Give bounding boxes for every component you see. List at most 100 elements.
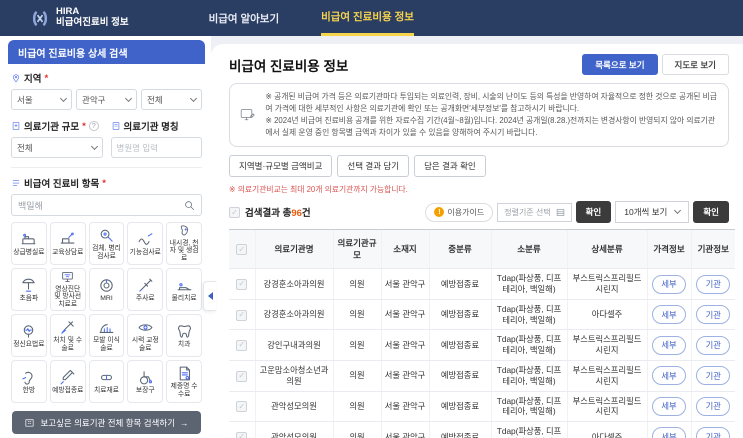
region-dong-select[interactable]: 전체 [141,89,202,110]
building-icon [111,121,121,131]
view-saved-results-button[interactable]: 담은 결과 확인 [414,155,486,177]
row-checkbox[interactable] [236,432,247,438]
map-view-button[interactable]: 지도로 보기 [662,54,729,75]
chevron-down-icon [60,94,67,101]
cell-location: 서울 관악구 [381,422,429,438]
sort-placeholder: 정렬기준 선택 [504,207,550,218]
price-detail-button[interactable]: 세부 [652,366,686,385]
category-label: 교육상담료 [52,249,83,257]
category-item[interactable]: MRI [89,268,125,311]
org-info-button[interactable]: 기관 [696,397,730,416]
price-detail-button[interactable]: 세부 [652,397,686,416]
org-size-select[interactable]: 전체 [11,137,103,158]
category-item[interactable]: 보장구 [127,360,163,403]
category-item[interactable]: 물리치료 [166,268,202,311]
category-item[interactable]: 내시경, 천자 및 생검료 [166,222,202,265]
org-info-button[interactable]: 기관 [696,305,730,324]
org-info-button[interactable]: 기관 [696,366,730,385]
main-nav: 비급여 알아보기 비급여 진료비용 정보 [209,0,414,36]
category-item[interactable]: 교육상담료 [50,222,86,265]
search-all-items-label: 보고싶은 의료기관 전체 항목 검색하기 [40,417,175,429]
region-label: 지역 [24,71,41,85]
cell-mid-category: 예방접종료 [429,422,491,438]
category-item[interactable]: 한방 [11,360,47,403]
category-item[interactable]: 정신요법료 [11,314,47,357]
row-checkbox[interactable] [236,340,247,351]
sort-criteria-select[interactable]: 정렬기준 선택 [497,203,571,222]
sort-confirm-button[interactable]: 확인 [576,201,612,223]
price-detail-button[interactable]: 세부 [652,427,686,438]
required-mark: * [102,178,106,189]
category-item[interactable]: 치료재료 [89,360,125,403]
header-checkbox[interactable] [236,244,247,255]
category-label: 처치 및 수술료 [52,337,84,353]
search-sidebar: 비급여 진료비용 상세 검색 지역 * 서울 관악구 전체 [0,36,211,438]
sidebar-collapse-handle[interactable] [203,281,216,311]
org-name-input[interactable] [111,137,203,158]
region-gungu-select[interactable]: 관악구 [76,89,137,110]
page-size-value: 10개씩 보기 [624,206,667,218]
category-item[interactable]: 제증명 수수료 [166,360,202,403]
row-checkbox[interactable] [236,310,247,321]
org-info-button[interactable]: 기관 [696,336,730,355]
category-item[interactable]: 시력 교정술료 [127,314,163,357]
cell-org-info: 기관 [691,299,735,330]
cell-org-name: 관악성모의원 [255,391,333,422]
category-label: 보장구 [136,387,155,395]
row-checkbox[interactable] [236,279,247,290]
category-item[interactable]: 치과 [166,314,202,357]
row-checkbox[interactable] [236,371,247,382]
compare-by-region-size-button[interactable]: 지역별·규모별 금액비교 [229,155,332,177]
region-sido-select[interactable]: 서울 [11,89,72,110]
select-all-checkbox[interactable] [229,207,240,218]
category-item[interactable]: 예방접종료 [50,360,86,403]
treatment-material-icon [98,369,115,386]
item-search-box [11,194,202,216]
category-label: 초음파 [20,295,39,303]
category-item[interactable]: 영상진단 및 방사선치료료 [50,268,86,311]
cell-sub-category: Tdap(파상풍, 디프테리아, 백일해) [491,422,567,438]
category-item[interactable]: 기능검사료 [127,222,163,265]
cell-mid-category: 예방접종료 [429,269,491,300]
vaccination-icon [59,369,76,386]
col-detail-category: 상세분류 [567,230,647,269]
category-item[interactable]: 처치 및 수술료 [50,314,86,357]
org-info-button[interactable]: 기관 [696,427,730,438]
nav-item-nonpayment-learn[interactable]: 비급여 알아보기 [209,0,280,36]
category-item[interactable]: 주사료 [127,268,163,311]
table-row: 강경훈소아과의원의원서울 관악구예방접종료Tdap(파상풍, 디프테리아, 백일… [229,299,735,330]
chevron-down-icon [190,94,197,101]
help-tooltip-icon[interactable]: ? [89,121,99,131]
page-size-select[interactable]: 10개씩 보기 [615,201,689,223]
required-mark: * [82,121,86,132]
row-checkbox-cell [229,391,255,422]
sidebar-title: 비급여 진료비용 상세 검색 [8,40,205,64]
category-item[interactable]: 검체, 병리 검사료 [89,222,125,265]
item-search-input[interactable] [18,200,184,210]
list-view-button[interactable]: 목록으로 보기 [582,54,657,75]
category-item[interactable]: 초음파 [11,268,47,311]
category-item[interactable]: 모발 이식술료 [89,314,125,357]
price-detail-button[interactable]: 세부 [652,305,686,324]
usage-guide-button[interactable]: ! 이용가이드 [425,203,493,222]
price-detail-button[interactable]: 세부 [652,336,686,355]
row-checkbox-cell [229,299,255,330]
nav-item-nonpayment-cost-info[interactable]: 비급여 진료비용 정보 [321,0,414,36]
org-name-label: 의료기관 명칭 [124,119,179,133]
page-size-confirm-button[interactable]: 확인 [693,201,729,223]
add-selected-results-button[interactable]: 선택 결과 담기 [337,155,409,177]
search-all-items-button[interactable]: 보고싶은 의료기관 전체 항목 검색하기 → [12,411,201,434]
cell-org-size: 의원 [333,422,381,438]
cell-detail-category: 부스트릭스프리필드시린지 [567,269,647,300]
price-detail-button[interactable]: 세부 [652,275,686,294]
org-size-label-row: 의료기관 규모 * ? [11,119,103,133]
search-icon[interactable] [184,200,195,211]
row-checkbox[interactable] [236,401,247,412]
region-gungu-value: 관악구 [82,94,105,106]
org-size-label: 의료기관 규모 [24,119,79,133]
org-info-button[interactable]: 기관 [696,275,730,294]
category-item[interactable]: 상급병실료 [11,222,47,265]
col-org-name: 의료기관명 [255,230,333,269]
hira-logo[interactable]: HIRA 비급여진료비 정보 [30,7,129,29]
results-suffix: 건 [302,208,311,219]
